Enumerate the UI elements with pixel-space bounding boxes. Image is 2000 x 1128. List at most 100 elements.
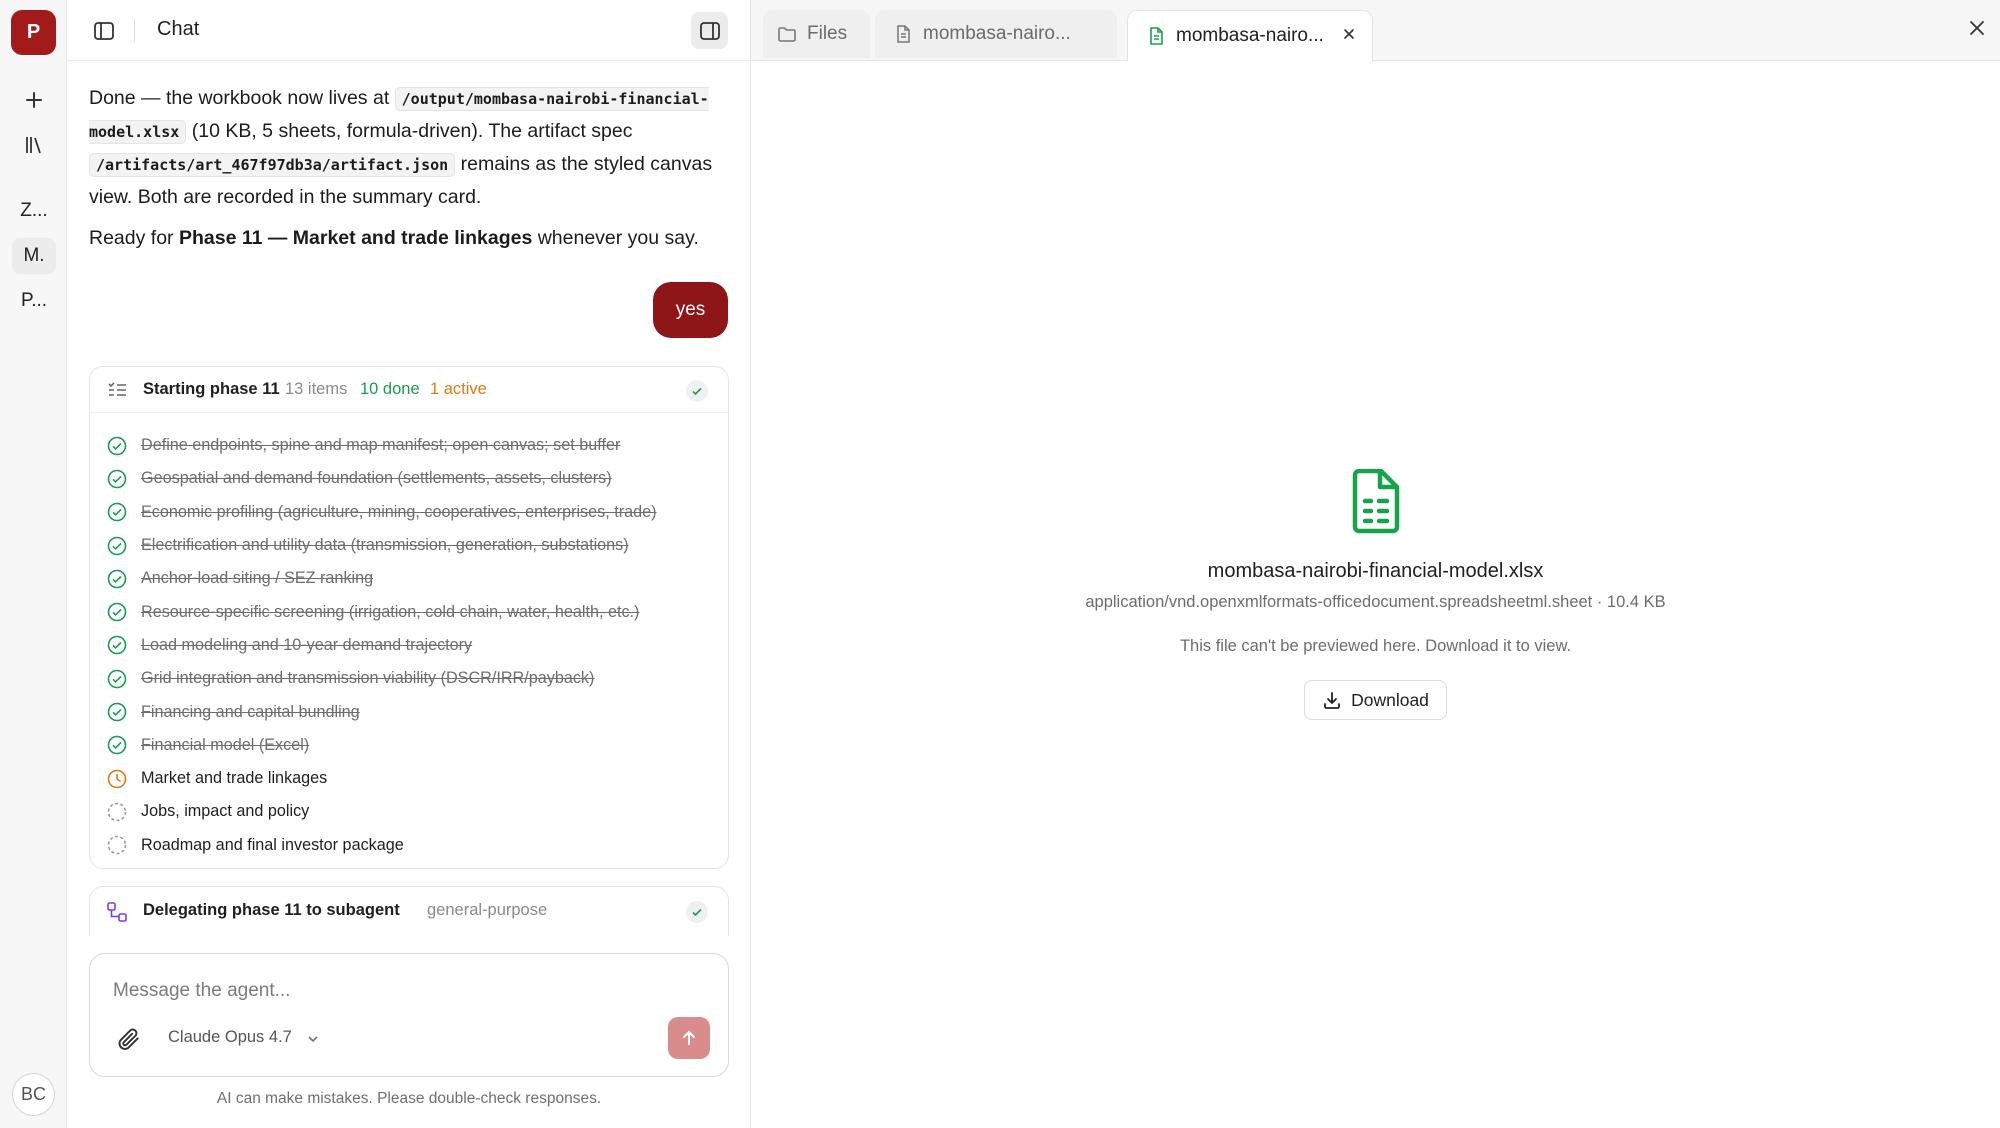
chat-header: Chat — [67, 0, 751, 61]
file-name: mombasa-nairobi-financial-model.xlsx — [1207, 560, 1544, 582]
msg-text-2: (10 KB, 5 sheets, formula-driven). The a… — [186, 120, 633, 142]
todo-item-label: Financing and capital bundling — [141, 702, 360, 721]
chevron-down-icon[interactable] — [306, 1032, 320, 1046]
check-icon — [686, 901, 708, 923]
clock-icon — [106, 768, 128, 790]
chat-panel: Chat Done — the workbook now lives at /o… — [67, 0, 751, 1128]
todo-title: Starting phase 11 — [143, 380, 280, 398]
toggle-panel-icon[interactable] — [691, 12, 728, 49]
todo-item-label: Anchor-load siting / SEZ ranking — [141, 569, 374, 588]
check-circle-icon — [106, 734, 128, 756]
todo-item: Market and trade linkages — [106, 762, 716, 795]
todo-item: Geospatial and demand foundation (settle… — [106, 462, 716, 495]
close-panel-icon[interactable] — [1965, 16, 1989, 40]
todo-item: Economic profiling (agriculture, mining,… — [106, 496, 716, 529]
todo-list: Define endpoints, spine and map manifest… — [106, 429, 716, 862]
preview-note: This file can't be previewed here. Downl… — [1179, 637, 1572, 655]
user-avatar[interactable]: BC — [12, 1073, 55, 1116]
check-circle-icon — [106, 601, 128, 623]
pending-circle-icon — [106, 834, 128, 856]
tab-spreadsheet[interactable]: mombasa-nairo... — [1127, 10, 1373, 62]
todo-count: 13 items — [285, 380, 348, 398]
todo-item: Roadmap and final investor package — [106, 829, 716, 862]
disclaimer: AI can make mistakes. Please double-chec… — [216, 1090, 602, 1107]
ready-bold: Phase 11 — Market and trade linkages — [178, 227, 533, 249]
delegation-title: Delegating phase 11 to subagent — [143, 901, 400, 919]
todo-item-label: Define endpoints, spine and map manifest… — [141, 436, 621, 455]
chat-title: Chat — [157, 18, 200, 40]
todo-item: Jobs, impact and policy — [106, 795, 716, 828]
folder-icon — [778, 27, 796, 42]
todo-card: Starting phase 11 13 items 10 done 1 act… — [89, 366, 729, 869]
tab-bar: Files mombasa-nairo... mombasa-nairo... — [751, 0, 2000, 62]
check-circle-icon — [106, 468, 128, 490]
todo-item: Resource-specific screening (irrigation,… — [106, 595, 716, 628]
todo-item-label: Economic profiling (agriculture, mining,… — [141, 502, 657, 521]
message-input[interactable]: Message the agent... — [113, 980, 290, 1002]
todo-item-label: Geospatial and demand foundation (settle… — [141, 469, 612, 488]
ready-prefix: Ready for — [89, 227, 179, 249]
check-circle-icon — [106, 634, 128, 656]
download-icon — [1324, 692, 1340, 709]
todo-done-count: 10 done — [360, 380, 420, 398]
send-button[interactable] — [668, 1017, 710, 1059]
todo-item-label: Roadmap and final investor package — [141, 835, 404, 854]
check-circle-icon — [106, 701, 128, 723]
check-circle-icon — [106, 668, 128, 690]
msg-text-1: Done — the workbook now lives at — [89, 87, 395, 109]
delegation-card[interactable]: Delegating phase 11 to subagent general-… — [89, 886, 729, 936]
new-chat-plus-icon[interactable] — [17, 83, 51, 117]
rail-item-2[interactable]: M. — [12, 238, 56, 274]
library-icon[interactable] — [17, 128, 51, 162]
model-selector[interactable]: Claude Opus 4.7 — [168, 1028, 292, 1047]
todo-item-label: Jobs, impact and policy — [141, 802, 310, 821]
spreadsheet-icon — [1150, 27, 1163, 45]
sidebar-toggle-icon[interactable] — [87, 14, 121, 48]
todo-header[interactable]: Starting phase 11 13 items 10 done 1 act… — [90, 367, 728, 413]
download-label: Download — [1351, 689, 1429, 710]
todo-item: Define endpoints, spine and map manifest… — [106, 429, 716, 462]
spreadsheet-file-icon — [1352, 469, 1400, 534]
download-button[interactable]: Download — [1304, 680, 1447, 720]
checklist-icon — [108, 382, 126, 396]
assistant-message: Done — the workbook now lives at /output… — [89, 82, 729, 213]
file-meta: application/vnd.openxmlformats-officedoc… — [1085, 593, 1666, 611]
artifact-path: /artifacts/art_467f97db3a/artifact.json — [89, 153, 456, 177]
assistant-message-ready: Ready for Phase 11 — Market and trade li… — [89, 222, 699, 254]
tab-spreadsheet-label: mombasa-nairo... — [1176, 25, 1324, 46]
todo-item-label: Resource-specific screening (irrigation,… — [141, 602, 640, 621]
arrow-up-icon — [683, 1030, 695, 1045]
todo-item-label: Load modeling and 10-year demand traject… — [141, 635, 473, 654]
todo-item: Grid integration and transmission viabil… — [106, 662, 716, 695]
delegation-tag: general-purpose — [427, 901, 548, 919]
check-circle-icon — [106, 535, 128, 557]
document-icon — [897, 25, 910, 43]
check-circle-icon — [106, 568, 128, 590]
check-icon — [686, 380, 708, 402]
tab-document[interactable]: mombasa-nairo... — [875, 10, 1117, 58]
todo-item-label: Electrification and utility data (transm… — [141, 536, 629, 555]
rail-item-3[interactable]: P... — [12, 283, 56, 319]
check-circle-icon — [106, 501, 128, 523]
file-preview: mombasa-nairobi-financial-model.xlsx app… — [751, 61, 2000, 1128]
todo-item-label: Financial model (Excel) — [141, 735, 310, 754]
pending-circle-icon — [106, 801, 128, 823]
tab-document-label: mombasa-nairo... — [923, 23, 1071, 44]
check-circle-icon — [106, 435, 128, 457]
tab-files[interactable]: Files — [763, 10, 870, 58]
rail-item-1[interactable]: Z... — [12, 193, 56, 229]
app-logo[interactable]: P — [11, 10, 56, 55]
file-panel: Files mombasa-nairo... mombasa-nairo... … — [751, 0, 2000, 1128]
header-divider — [134, 19, 135, 42]
message-composer: Message the agent... Claude Opus 4.7 — [89, 953, 729, 1077]
todo-active-count: 1 active — [430, 380, 487, 398]
user-message-bubble: yes — [653, 282, 728, 338]
todo-item: Financial model (Excel) — [106, 729, 716, 762]
subagent-icon — [107, 902, 127, 922]
close-tab-icon[interactable] — [1340, 25, 1358, 43]
tab-files-label: Files — [807, 23, 848, 44]
attach-paperclip-icon[interactable] — [116, 1026, 142, 1052]
todo-item-label: Market and trade linkages — [141, 769, 328, 788]
ready-suffix: whenever you say. — [532, 227, 699, 249]
todo-item-label: Grid integration and transmission viabil… — [141, 669, 595, 688]
